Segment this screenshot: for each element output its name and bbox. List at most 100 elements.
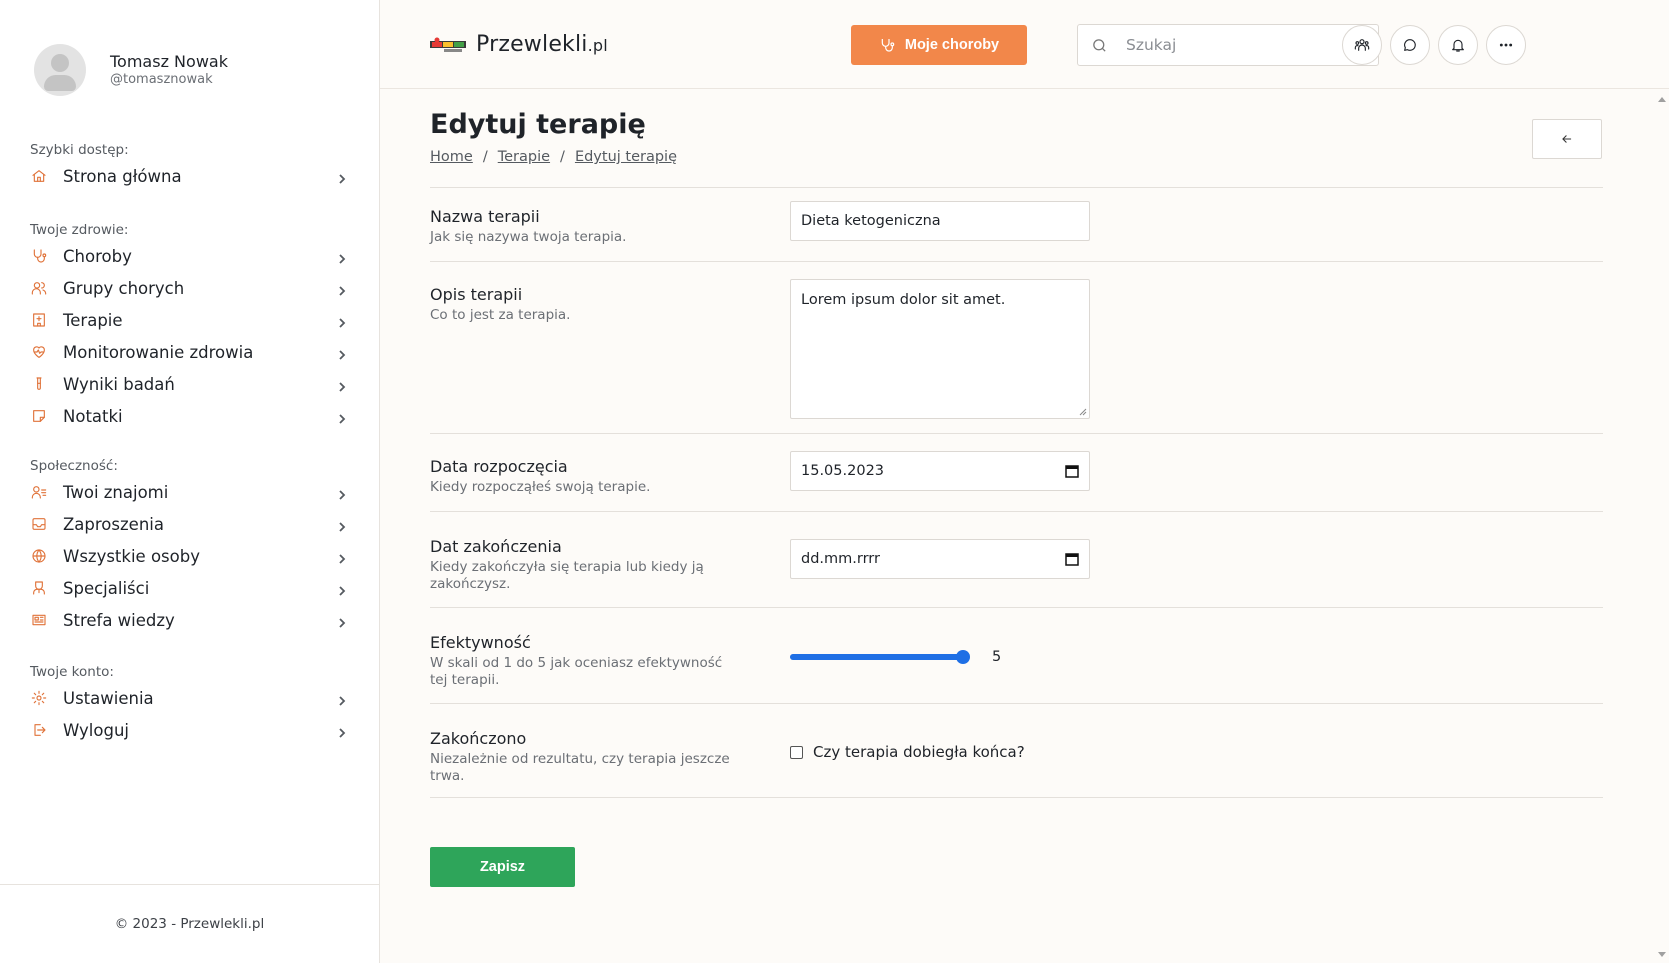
friends-button[interactable]: [1342, 25, 1382, 65]
my-diseases-button[interactable]: Moje choroby: [851, 25, 1027, 65]
chevron-right-icon: [336, 692, 348, 706]
sidebar-item-ustawienia[interactable]: Ustawienia: [30, 682, 348, 714]
divider: [430, 703, 1603, 704]
end-date-input[interactable]: dd.mm.rrrr: [790, 539, 1090, 579]
slider-fill: [790, 654, 963, 660]
search-icon: [1093, 38, 1106, 52]
page-title: Edytuj terapię: [430, 109, 646, 140]
therapy-description-value: Lorem ipsum dolor sit amet.: [801, 292, 1006, 308]
nav-section: Szybki dostęp: Strona główna: [30, 140, 348, 192]
finished-checkbox[interactable]: [790, 745, 803, 759]
start-date-input[interactable]: 15.05.2023: [790, 451, 1090, 491]
scrollbar[interactable]: [1654, 89, 1669, 963]
nav-section: Twoje konto: Ustawienia Wyloguj: [30, 662, 348, 746]
therapy-name-input[interactable]: Dieta ketogeniczna: [790, 201, 1090, 241]
sidebar-item-terapie[interactable]: Terapie: [30, 304, 348, 336]
users-icon: [1354, 39, 1370, 51]
scroll-down-arrow-icon[interactable]: [1658, 952, 1666, 957]
therapy-description-label: Opis terapii: [430, 285, 523, 304]
breadcrumb: Home / Terapie / Edytuj terapię: [430, 149, 677, 165]
test-tube-icon: [30, 375, 48, 393]
chat-bubble-icon: [1404, 39, 1416, 51]
resize-grip-icon[interactable]: [1079, 408, 1087, 416]
finished-checkbox-row[interactable]: Czy terapia dobiegła końca?: [790, 743, 1025, 761]
home-icon: [30, 167, 48, 185]
stethoscope-icon: [30, 247, 48, 265]
sidebar-item-zaproszenia[interactable]: Zaproszenia: [30, 508, 348, 540]
therapy-description-help: Co to jest za terapia.: [430, 307, 571, 323]
divider: [430, 261, 1603, 262]
sidebar-item-label: Notatki: [63, 406, 123, 426]
sidebar-item-label: Ustawienia: [63, 688, 154, 708]
finished-label: Zakończono: [430, 729, 527, 748]
chevron-right-icon: [336, 724, 348, 738]
heart-pulse-icon: [30, 343, 48, 361]
more-button[interactable]: [1486, 25, 1526, 65]
arrow-left-icon: [1562, 135, 1572, 143]
search-input[interactable]: [1126, 36, 1346, 54]
sidebar-item-twoi-znajomi[interactable]: Twoi znajomi: [30, 476, 348, 508]
sidebar-item-label: Specjaliści: [63, 578, 150, 598]
messages-button[interactable]: [1390, 25, 1430, 65]
sidebar-item-label: Monitorowanie zdrowia: [63, 342, 254, 362]
breadcrumb-edit-therapy[interactable]: Edytuj terapię: [575, 149, 677, 165]
sidebar-item-choroby[interactable]: Choroby: [30, 240, 348, 272]
sidebar-item-monitorowanie-zdrowia[interactable]: Monitorowanie zdrowia: [30, 336, 348, 368]
nav-section-heading: Szybki dostęp:: [30, 142, 129, 158]
notifications-button[interactable]: [1438, 25, 1478, 65]
nav-section: Społeczność: Twoi znajomi Zaproszenia Wszys…: [30, 456, 348, 636]
end-date-label: Dat zakończenia: [430, 537, 562, 556]
sidebar-item-strefa-wiedzy[interactable]: Strefa wiedzy: [30, 604, 348, 636]
more-dots-icon: [1499, 43, 1513, 47]
finished-checkbox-label[interactable]: Czy terapia dobiegła końca?: [813, 743, 1025, 761]
sidebar-item-label: Twoi znajomi: [63, 482, 169, 502]
sidebar-item-label: Wyloguj: [63, 720, 129, 740]
effectiveness-help: W skali od 1 do 5 jak oceniasz efektywno…: [430, 655, 723, 688]
chevron-right-icon: [336, 582, 348, 596]
divider: [430, 433, 1603, 434]
calendar-icon[interactable]: [1065, 464, 1079, 478]
divider: [430, 797, 1603, 798]
start-date-label: Data rozpoczęcia: [430, 457, 568, 476]
sidebar-item-wszystkie-osoby[interactable]: Wszystkie osoby: [30, 540, 348, 572]
chevron-right-icon: [336, 410, 348, 424]
therapy-name-label: Nazwa terapii: [430, 207, 540, 226]
sidebar-item-label: Wyniki badań: [63, 374, 175, 394]
bell-icon: [1452, 39, 1464, 52]
breadcrumb-therapies[interactable]: Terapie: [498, 149, 550, 165]
sidebar-item-grupy-chorych[interactable]: Grupy chorych: [30, 272, 348, 304]
effectiveness-slider[interactable]: [790, 647, 970, 667]
logo-suffix: .pl: [587, 36, 608, 55]
chevron-right-icon: [336, 550, 348, 564]
effectiveness-value: 5: [992, 649, 1002, 665]
nav-section-heading: Twoje konto:: [30, 664, 114, 680]
sidebar-item-label: Strona główna: [63, 166, 182, 186]
scroll-up-arrow-icon[interactable]: [1658, 97, 1666, 102]
sidebar-item-label: Strefa wiedzy: [63, 610, 175, 630]
search-box[interactable]: [1077, 24, 1379, 66]
back-button[interactable]: [1532, 119, 1602, 159]
therapy-description-textarea[interactable]: Lorem ipsum dolor sit amet.: [790, 279, 1090, 419]
logout-icon: [30, 721, 48, 739]
doctor-icon: [30, 579, 48, 597]
slider-thumb[interactable]: [956, 650, 970, 664]
sidebar-item-specjalisci[interactable]: Specjaliści: [30, 572, 348, 604]
breadcrumb-separator: /: [482, 149, 488, 165]
chevron-right-icon: [336, 518, 348, 532]
sidebar-item-wyniki-badan[interactable]: Wyniki badań: [30, 368, 348, 400]
breadcrumb-home[interactable]: Home: [430, 149, 473, 165]
user-profile[interactable]: Tomasz Nowak @tomasznowak: [34, 44, 228, 96]
save-button[interactable]: Zapisz: [430, 847, 575, 887]
sidebar-item-strona-glowna[interactable]: Strona główna: [30, 160, 348, 192]
sidebar-item-notatki[interactable]: Notatki: [30, 400, 348, 432]
sidebar-item-label: Choroby: [63, 246, 132, 266]
therapy-name-help: Jak się nazywa twoja terapia.: [430, 229, 627, 245]
sidebar-item-label: Zaproszenia: [63, 514, 164, 534]
logo[interactable]: Przewlekli.pl: [430, 32, 608, 57]
note-icon: [30, 407, 48, 425]
inbox-icon: [30, 515, 48, 533]
chevron-right-icon: [336, 314, 348, 328]
breadcrumb-separator: /: [560, 149, 565, 165]
calendar-icon[interactable]: [1065, 552, 1079, 566]
sidebar-item-wyloguj[interactable]: Wyloguj: [30, 714, 348, 746]
